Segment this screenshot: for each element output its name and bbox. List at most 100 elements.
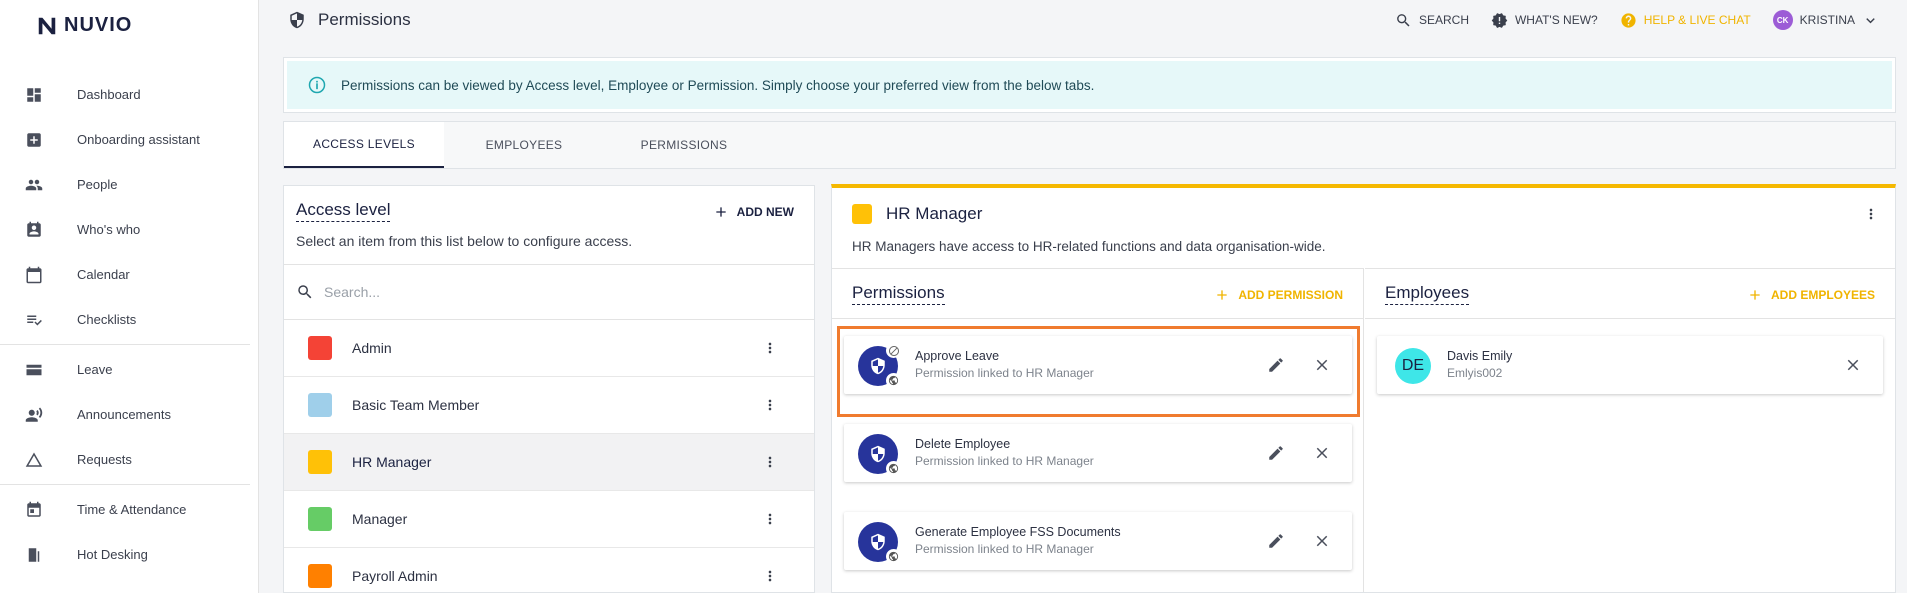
nav-divider [0, 344, 250, 345]
permission-card-approve-leave[interactable]: Approve Leave Permission linked to HR Ma… [844, 336, 1352, 394]
add-permission-button[interactable]: ADD PERMISSION [1214, 287, 1343, 303]
permission-text: Delete Employee Permission linked to HR … [915, 437, 1094, 468]
shield-icon [290, 11, 304, 29]
sidebar-nav: Dashboard Onboarding assistant People Wh… [0, 72, 258, 577]
more-vert-icon[interactable] [762, 397, 778, 413]
permission-card-generate-fss[interactable]: Generate Employee FSS Documents Permissi… [844, 512, 1352, 570]
list-item-manager[interactable]: Manager [284, 491, 814, 548]
list-item-label: Manager [352, 511, 408, 527]
list-item-label: HR Manager [352, 454, 432, 470]
sidebar-item-label: Dashboard [77, 87, 141, 102]
sidebar-item-dashboard[interactable]: Dashboard [0, 72, 258, 117]
employee-text: Davis Emily Emlyis002 [1447, 349, 1512, 380]
list-item-label: Basic Team Member [352, 397, 480, 413]
color-swatch [308, 336, 332, 360]
whats-new-button[interactable]: WHAT'S NEW? [1491, 12, 1598, 29]
page-title-text: Permissions [318, 10, 411, 29]
checklist-icon [25, 311, 43, 329]
search-label: SEARCH [1418, 13, 1469, 27]
list-item-label: Admin [352, 340, 392, 356]
sidebar-item-people[interactable]: People [0, 162, 258, 207]
user-name: KRISTINA [1799, 13, 1855, 27]
more-vert-icon[interactable] [762, 568, 778, 584]
more-vert-icon[interactable] [762, 340, 778, 356]
list-item-payroll-admin[interactable]: Payroll Admin [284, 548, 814, 592]
more-vert-icon[interactable] [1863, 206, 1879, 225]
add-employees-button[interactable]: ADD EMPLOYEES [1747, 287, 1875, 303]
search-button[interactable]: SEARCH [1395, 12, 1469, 29]
tab-access-levels[interactable]: ACCESS LEVELS [284, 122, 444, 168]
sidebar-item-requests[interactable]: Requests [0, 437, 258, 482]
app-logo[interactable]: NUVIO [36, 14, 132, 37]
sidebar-item-calendar[interactable]: Calendar [0, 252, 258, 297]
globe-icon [886, 373, 901, 388]
sidebar-item-leave[interactable]: Leave [0, 347, 258, 392]
view-tabs: ACCESS LEVELS EMPLOYEES PERMISSIONS [283, 121, 1896, 169]
color-swatch [308, 450, 332, 474]
info-banner-inner: Permissions can be viewed by Access leve… [287, 61, 1892, 109]
sidebar-item-time-attendance[interactable]: Time & Attendance [0, 487, 258, 532]
more-vert-icon[interactable] [762, 511, 778, 527]
close-icon[interactable] [1312, 355, 1332, 375]
edit-icon[interactable] [1266, 443, 1286, 463]
plus-icon [1217, 290, 1227, 300]
sidebar-item-announcements[interactable]: Announcements [0, 392, 258, 437]
list-item-admin[interactable]: Admin [284, 320, 814, 377]
employees-title: Employees [1385, 283, 1470, 305]
sidebar-item-label: Time & Attendance [77, 502, 187, 517]
sidebar-item-label: Announcements [77, 407, 171, 422]
permission-shield-icon [858, 522, 901, 564]
sidebar-item-whos-who[interactable]: Who's who [0, 207, 258, 252]
sidebar-item-label: Requests [77, 452, 132, 467]
access-level-detail-panel: HR Manager HR Managers have access to HR… [831, 184, 1896, 593]
edit-icon[interactable] [1266, 531, 1286, 551]
add-new-label: ADD NEW [736, 205, 794, 219]
help-icon [1621, 12, 1636, 28]
permission-subtext: Permission linked to HR Manager [915, 366, 1094, 380]
page-title: Permissions [288, 10, 411, 30]
sidebar-item-hot-desking[interactable]: Hot Desking [0, 532, 258, 577]
permission-card-delete-employee[interactable]: Delete Employee Permission linked to HR … [844, 424, 1352, 482]
block-icon [886, 343, 901, 358]
globe-icon [886, 461, 901, 476]
edit-icon[interactable] [1266, 355, 1286, 375]
permission-name: Approve Leave [915, 349, 1000, 363]
more-vert-icon[interactable] [762, 454, 778, 470]
sidebar-item-label: Checklists [77, 312, 137, 327]
sidebar-item-onboarding[interactable]: Onboarding assistant [0, 117, 258, 162]
search-icon [1397, 13, 1410, 27]
user-menu[interactable]: CK KRISTINA [1772, 10, 1879, 30]
permission-text: Generate Employee FSS Documents Permissi… [915, 525, 1121, 556]
add-employees-label: ADD EMPLOYEES [1770, 288, 1875, 302]
employee-name: Davis Emily [1447, 349, 1513, 363]
add-new-button[interactable]: ADD NEW [713, 204, 794, 220]
sidebar-item-label: Onboarding assistant [77, 132, 200, 147]
permissions-column: Permissions ADD PERMISSION Approve Leave… [832, 268, 1364, 592]
permission-shield-icon [858, 343, 901, 388]
tab-employees[interactable]: EMPLOYEES [444, 122, 604, 168]
sidebar-item-label: Calendar [77, 267, 130, 282]
employees-column: Employees ADD EMPLOYEES DE Davis Emily E… [1365, 268, 1895, 592]
sidebar-item-label: Hot Desking [77, 547, 148, 562]
badge-icon [25, 221, 43, 239]
desk-icon [25, 546, 43, 564]
employee-card-davis-emily[interactable]: DE Davis Emily Emlyis002 [1377, 336, 1883, 394]
search-input[interactable] [324, 284, 724, 300]
search-icon [298, 285, 312, 299]
permission-subtext: Permission linked to HR Manager [915, 542, 1094, 556]
nav-divider [0, 484, 250, 485]
list-item-hr-manager[interactable]: HR Manager [284, 434, 814, 491]
info-icon [308, 76, 326, 94]
close-icon[interactable] [1843, 355, 1863, 375]
permission-name: Delete Employee [915, 437, 1011, 451]
close-icon[interactable] [1312, 443, 1332, 463]
detail-header: HR Manager [852, 204, 982, 224]
logo-text: NUVIO [64, 14, 133, 36]
close-icon[interactable] [1312, 531, 1332, 551]
access-level-search [284, 264, 814, 320]
list-item-basic-team-member[interactable]: Basic Team Member [284, 377, 814, 434]
tab-permissions[interactable]: PERMISSIONS [604, 122, 764, 168]
help-live-chat-button[interactable]: HELP & LIVE CHAT [1620, 12, 1751, 29]
sidebar-item-checklists[interactable]: Checklists [0, 297, 258, 342]
leave-icon [25, 361, 43, 379]
